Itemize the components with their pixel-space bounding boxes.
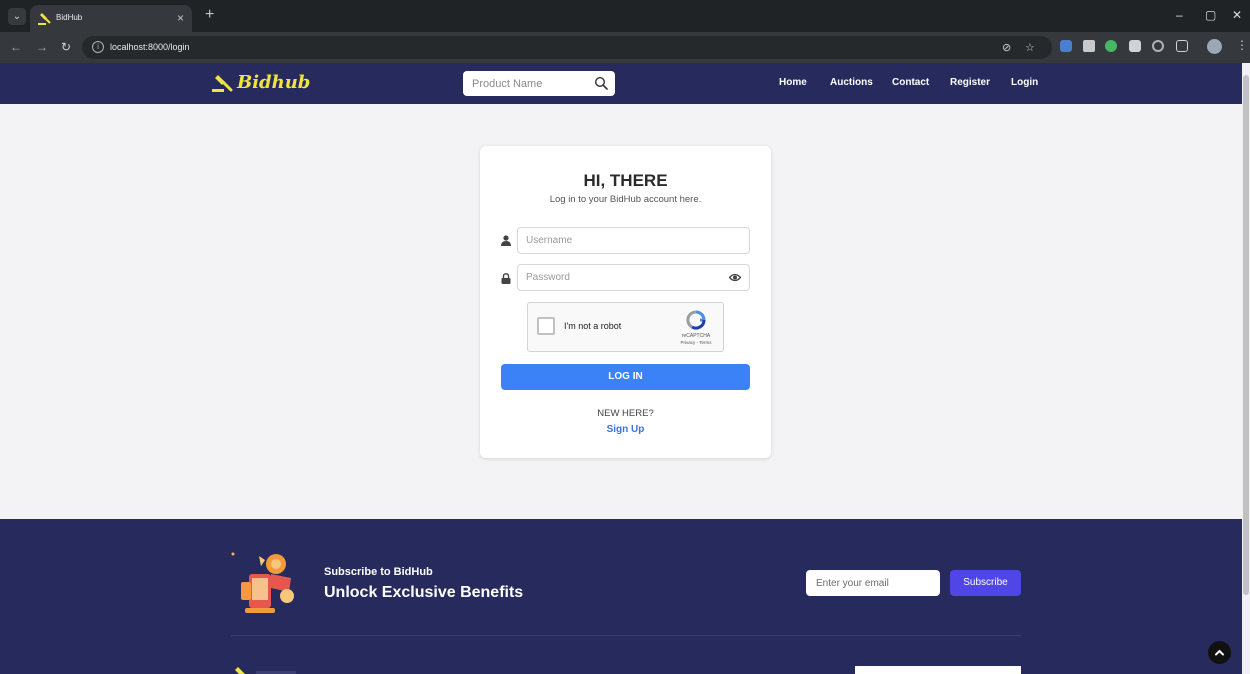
nav-register[interactable]: Register bbox=[950, 77, 990, 88]
address-url[interactable]: localhost:8000/login bbox=[110, 42, 190, 52]
eye-off-icon[interactable]: ⊘ bbox=[1002, 41, 1011, 54]
login-card: HI, THERE Log in to your BidHub account … bbox=[480, 146, 771, 458]
search-input[interactable] bbox=[463, 71, 583, 96]
login-subtitle: Log in to your BidHub account here. bbox=[549, 194, 702, 205]
username-input[interactable] bbox=[518, 228, 718, 253]
eye-icon[interactable] bbox=[729, 272, 741, 283]
new-here-text: NEW HERE? bbox=[597, 408, 654, 419]
search-box bbox=[463, 71, 615, 96]
gavel-favicon-icon bbox=[38, 13, 51, 25]
signup-link[interactable]: Sign Up bbox=[480, 424, 771, 435]
chevron-up-icon bbox=[1215, 649, 1224, 656]
gavel-icon bbox=[212, 75, 233, 92]
subscribe-heading-small: Subscribe to BidHub bbox=[324, 566, 433, 578]
star-icon[interactable]: ☆ bbox=[1025, 41, 1035, 54]
subscribe-button[interactable]: Subscribe bbox=[950, 570, 1021, 596]
footer: Subscribe to BidHub Unlock Exclusive Ben… bbox=[0, 519, 1242, 674]
back-icon[interactable]: ← bbox=[10, 40, 22, 54]
forward-icon[interactable]: → bbox=[36, 40, 48, 54]
extension-record-icon[interactable] bbox=[1152, 40, 1164, 52]
lock-icon bbox=[501, 273, 511, 284]
site-header: Bidhub Home Auctions Contact Register Lo… bbox=[0, 63, 1242, 104]
plus-icon[interactable]: + bbox=[205, 6, 214, 24]
email-input[interactable] bbox=[806, 570, 940, 596]
address-bar[interactable]: i localhost:8000/login ⊘ ☆ bbox=[82, 36, 1052, 59]
footer-logo-icon bbox=[235, 667, 296, 674]
footer-divider bbox=[231, 635, 1021, 636]
login-button[interactable]: LOG IN bbox=[501, 364, 750, 390]
info-icon[interactable]: i bbox=[92, 41, 104, 53]
extension-circle-icon[interactable] bbox=[1105, 40, 1117, 52]
scrollbar-thumb[interactable] bbox=[1243, 75, 1249, 595]
extension-camera-icon[interactable] bbox=[1083, 40, 1095, 52]
profile-icon[interactable] bbox=[1207, 39, 1222, 54]
restore-icon[interactable]: ▢ bbox=[1205, 8, 1216, 22]
extensions-puzzle-icon[interactable] bbox=[1176, 40, 1188, 52]
tab-title: BidHub bbox=[56, 13, 83, 22]
recaptcha-links[interactable]: Privacy - Terms bbox=[673, 340, 719, 345]
reload-icon[interactable]: ↻ bbox=[61, 40, 71, 54]
close-icon[interactable]: × bbox=[177, 11, 184, 25]
extension-translate-icon[interactable] bbox=[1060, 40, 1072, 52]
browser-tabstrip: ⌄ BidHub × + – ▢ ✕ bbox=[0, 0, 1250, 32]
password-field bbox=[517, 264, 750, 291]
extension-square-icon[interactable] bbox=[1129, 40, 1141, 52]
browser-toolbar: ← → ↻ i localhost:8000/login ⊘ ☆ ⋮ bbox=[0, 32, 1250, 63]
nav-login[interactable]: Login bbox=[1011, 77, 1038, 88]
recaptcha-widget: I'm not a robot reCAPTCHA Privacy - Term… bbox=[527, 302, 724, 352]
user-icon bbox=[501, 235, 511, 246]
recaptcha-checkbox[interactable] bbox=[537, 317, 555, 335]
password-input[interactable] bbox=[518, 265, 718, 290]
close-window-icon[interactable]: ✕ bbox=[1232, 8, 1242, 22]
username-field bbox=[517, 227, 750, 254]
minimize-icon[interactable]: – bbox=[1176, 8, 1183, 22]
nav-home[interactable]: Home bbox=[779, 77, 807, 88]
subscribe-heading-big: Unlock Exclusive Benefits bbox=[324, 584, 524, 601]
recaptcha-label: I'm not a robot bbox=[564, 321, 622, 331]
recaptcha-logo-icon bbox=[686, 310, 706, 330]
kebab-icon[interactable]: ⋮ bbox=[1236, 38, 1248, 52]
scroll-to-top-button[interactable] bbox=[1208, 641, 1231, 664]
page-scrollbar[interactable] bbox=[1242, 63, 1250, 674]
subscribe-illustration bbox=[231, 552, 294, 613]
recaptcha-brand: reCAPTCHA bbox=[681, 333, 711, 339]
browser-tab[interactable]: BidHub × bbox=[30, 5, 192, 32]
nav-contact[interactable]: Contact bbox=[892, 77, 929, 88]
logo-text: Bidhub bbox=[237, 72, 311, 93]
search-icon[interactable] bbox=[594, 76, 608, 90]
nav-auctions[interactable]: Auctions bbox=[830, 77, 873, 88]
tab-menu-icon[interactable]: ⌄ bbox=[8, 8, 26, 25]
footer-widget bbox=[855, 666, 1021, 674]
login-title: HI, THERE bbox=[583, 171, 668, 190]
